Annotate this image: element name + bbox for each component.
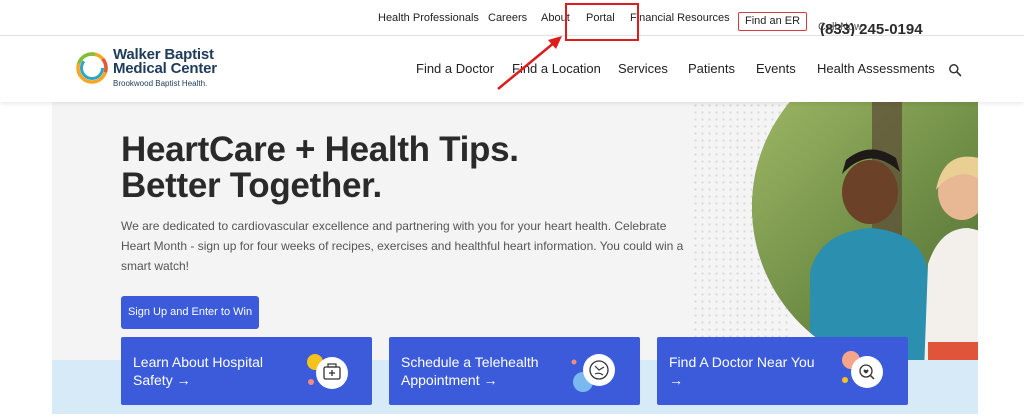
card-hospital-safety-label: Learn About Hospital Safety →: [133, 353, 263, 389]
link-careers[interactable]: Careers: [488, 12, 527, 24]
hero-title: HeartCare + Health Tips. Better Together…: [121, 132, 519, 204]
logo-name-line2: Medical Center: [113, 60, 217, 77]
nav-events[interactable]: Events: [756, 61, 796, 76]
site-logo[interactable]: Walker Baptist Medical Center Brookwood …: [74, 47, 224, 91]
hero-title-line2: Better Together.: [121, 166, 382, 205]
card-find-doctor-label: Find A Doctor Near You →: [669, 353, 815, 389]
card-label-line1: Schedule a Telehealth: [401, 354, 539, 370]
nav-find-a-doctor[interactable]: Find a Doctor: [416, 61, 494, 76]
link-health-professionals[interactable]: Health Professionals: [378, 12, 479, 24]
link-portal[interactable]: Portal: [586, 12, 615, 24]
nav-find-a-location[interactable]: Find a Location: [512, 61, 601, 76]
card-telehealth-label: Schedule a Telehealth Appointment →: [401, 353, 539, 389]
doctor-search-icon: [842, 351, 883, 388]
card-label-line2: Appointment →: [401, 372, 498, 388]
nav-health-assessments[interactable]: Health Assessments: [817, 61, 935, 76]
card-label-line2: →: [669, 372, 683, 388]
first-aid-kit-icon: [307, 354, 348, 389]
main-navigation: Walker Baptist Medical Center Brookwood …: [0, 36, 1024, 102]
logo-rings-icon: [76, 52, 108, 84]
card-find-doctor[interactable]: Find A Doctor Near You →: [657, 337, 908, 405]
sign-up-button[interactable]: Sign Up and Enter to Win: [121, 296, 259, 329]
link-financial-resources[interactable]: Financial Resources: [630, 12, 730, 24]
link-about[interactable]: About: [541, 12, 570, 24]
nav-patients[interactable]: Patients: [688, 61, 735, 76]
utility-bar: Health Professionals Careers About Porta…: [0, 0, 1024, 38]
card-telehealth[interactable]: Schedule a Telehealth Appointment →: [389, 337, 640, 405]
hero-title-line1: HeartCare + Health Tips.: [121, 130, 519, 169]
find-er-button[interactable]: Find an ER: [738, 12, 808, 31]
logo-tagline: Brookwood Baptist Health.: [113, 79, 208, 88]
card-hospital-safety[interactable]: Learn About Hospital Safety →: [121, 337, 372, 405]
hero-intro-text: We are dedicated to cardiovascular excel…: [121, 219, 684, 273]
telehealth-icon: [571, 354, 615, 392]
card-label-line1: Learn About Hospital: [133, 354, 263, 370]
search-icon[interactable]: [948, 63, 962, 77]
card-label-line2: Safety →: [133, 372, 191, 388]
card-label-line1: Find A Doctor Near You: [669, 354, 815, 370]
nav-services[interactable]: Services: [618, 61, 668, 76]
